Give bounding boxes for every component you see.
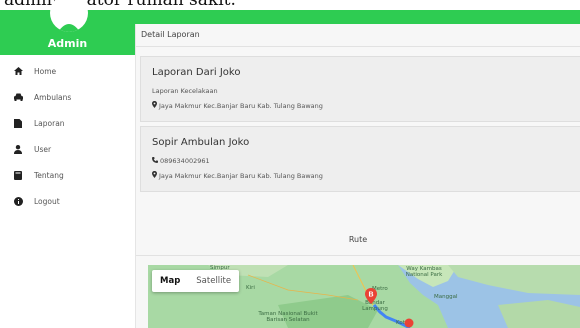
driver-address: Jaya Makmur Kec.Banjar Baru Kab. Tulang … bbox=[159, 171, 323, 180]
caption-text: administrator rumah sakit. bbox=[4, 0, 236, 10]
divider bbox=[136, 255, 580, 256]
driver-card: Sopir Ambulan Joko 089634002961 Jaya Mak… bbox=[140, 126, 580, 192]
sidebar-item-label: User bbox=[34, 144, 52, 154]
user-icon bbox=[13, 144, 23, 154]
report-address-row: Jaya Makmur Kec.Banjar Baru Kab. Tulang … bbox=[152, 101, 323, 110]
sidebar-item-label: Logout bbox=[34, 196, 60, 206]
sidebar-nav: Home Ambulans Laporan User Tentang Logou… bbox=[0, 58, 135, 214]
car-icon bbox=[13, 92, 23, 102]
sidebar-item-logout[interactable]: Logout bbox=[0, 188, 135, 214]
marker-b-icon[interactable]: B bbox=[365, 288, 377, 304]
divider bbox=[136, 46, 580, 47]
sidebar-item-ambulans[interactable]: Ambulans bbox=[0, 84, 135, 110]
avatar bbox=[50, 0, 88, 32]
report-title: Laporan Dari Joko bbox=[152, 67, 241, 78]
map-type-control: Map Satellite bbox=[152, 270, 240, 292]
admin-name: Admin bbox=[47, 37, 88, 50]
map-button[interactable]: Map bbox=[152, 270, 188, 292]
report-type: Laporan Kecelakaan bbox=[152, 87, 218, 95]
map-label-kiri: Kiri bbox=[246, 285, 255, 291]
sidebar-item-label: Tentang bbox=[34, 170, 64, 180]
page-title: Detail Laporan bbox=[141, 30, 200, 39]
sidebar-item-home[interactable]: Home bbox=[0, 58, 135, 84]
driver-title: Sopir Ambulan Joko bbox=[152, 137, 250, 148]
map-label-taman: Taman Nasional Bukit Barisan Selatan bbox=[258, 311, 318, 323]
sidebar-item-label: Ambulans bbox=[34, 92, 72, 102]
main-content: Detail Laporan Laporan Dari Joko Laporan… bbox=[136, 24, 580, 328]
phone-icon bbox=[152, 157, 158, 165]
svg-text:B: B bbox=[368, 292, 373, 299]
driver-address-row: Jaya Makmur Kec.Banjar Baru Kab. Tulang … bbox=[152, 171, 323, 180]
sidebar-item-laporan[interactable]: Laporan bbox=[0, 110, 135, 136]
map-marker-icon bbox=[152, 101, 157, 110]
info-icon bbox=[13, 196, 23, 206]
sidebar-header: Admin bbox=[0, 0, 135, 55]
user-avatar-icon bbox=[58, 24, 80, 32]
sidebar: Admin Home Ambulans Laporan User Tentang… bbox=[0, 0, 136, 328]
sidebar-item-label: Laporan bbox=[34, 118, 65, 128]
file-icon bbox=[13, 118, 23, 128]
map-label-manggal: Manggal bbox=[434, 294, 458, 300]
route-map[interactable]: Map Satellite Way Kambas National Park M… bbox=[148, 265, 580, 328]
driver-phone: 089634002961 bbox=[160, 157, 210, 165]
map-label-top: Simpur bbox=[210, 265, 230, 271]
driver-phone-row: 089634002961 bbox=[152, 157, 210, 165]
map-label-park: Way Kambas National Park bbox=[405, 266, 443, 278]
route-title: Rute bbox=[348, 235, 368, 244]
sidebar-item-label: Home bbox=[34, 66, 57, 76]
marker-a-icon[interactable] bbox=[404, 318, 414, 328]
home-icon bbox=[13, 66, 23, 76]
top-bar bbox=[135, 10, 580, 24]
sidebar-item-tentang[interactable]: Tentang bbox=[0, 162, 135, 188]
map-marker-icon bbox=[152, 171, 157, 180]
sidebar-item-user[interactable]: User bbox=[0, 136, 135, 162]
report-address: Jaya Makmur Kec.Banjar Baru Kab. Tulang … bbox=[159, 101, 323, 110]
satellite-button[interactable]: Satellite bbox=[188, 270, 239, 292]
report-card: Laporan Dari Joko Laporan Kecelakaan Jay… bbox=[140, 56, 580, 122]
book-icon bbox=[13, 170, 23, 180]
